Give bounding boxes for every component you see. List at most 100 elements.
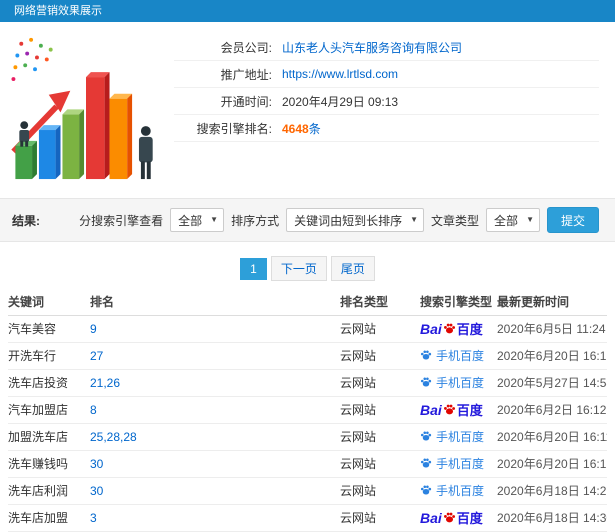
table-row: 洗车店加盟 3 云网站 Bai 百度 2020年6月18日 14:30 (8, 504, 607, 532)
rank-cell[interactable]: 30 (90, 477, 340, 505)
table-row: 开洗车行 27 云网站 手机百度 2020年6月20日 16:16 (8, 342, 607, 370)
baidu-paw-icon (443, 404, 455, 415)
chevron-down-icon: ▼ (526, 215, 534, 224)
engine-cell: Bai 百度 (420, 504, 497, 532)
info-fields: 会员公司: 山东老人头汽车服务咨询有限公司 推广地址: https://www.… (174, 34, 599, 184)
baidu-logo: Bai 百度 (420, 320, 483, 338)
table-row: 汽车美容 9 云网站 Bai 百度 2020年6月5日 11:24 (8, 315, 607, 343)
table-row: 加盟洗车店 25,28,28 云网站 手机百度 2020年6月20日 16:11 (8, 423, 607, 451)
chevron-down-icon: ▼ (210, 215, 219, 224)
filter-bar: 结果: 分搜索引擎查看 全部 ▼ 排序方式 关键词由短到长排序 ▼ 文章类型 全… (0, 198, 615, 242)
rank-type-cell: 云网站 (340, 369, 420, 397)
rank-cell[interactable]: 25,28,28 (90, 423, 340, 451)
time-cell: 2020年6月18日 14:30 (497, 504, 607, 532)
table-row: 洗车店投资 21,26 云网站 手机百度 2020年5月27日 14:58 (8, 369, 607, 397)
info-panel: 会员公司: 山东老人头汽车服务咨询有限公司 推广地址: https://www.… (0, 22, 615, 188)
engine-cell: 手机百度 (420, 477, 497, 505)
baidu-logo: Bai 百度 (420, 509, 483, 527)
rank-cell[interactable]: 3 (90, 504, 340, 532)
company-label: 会员公司: (220, 40, 272, 55)
keyword-cell: 加盟洗车店 (8, 423, 90, 451)
rank-type-cell: 云网站 (340, 342, 420, 370)
col-rank-type: 排名类型 (340, 289, 420, 316)
rank-type-cell: 云网站 (340, 315, 420, 343)
col-update-time: 最新更新时间 (497, 289, 607, 316)
rank-count-unit: 条 (308, 121, 321, 136)
title-bar: 网络营销效果展示 (0, 0, 615, 22)
keyword-cell: 洗车赚钱吗 (8, 450, 90, 478)
time-cell: 2020年6月20日 16:11 (497, 423, 607, 451)
rank-count-number: 4648 (282, 121, 309, 136)
sort-label: 排序方式 (231, 213, 280, 228)
col-engine-type: 搜索引擎类型 (420, 289, 497, 316)
rank-cell[interactable]: 27 (90, 342, 340, 370)
table-row: 洗车赚钱吗 30 云网站 手机百度 2020年6月20日 16:12 (8, 450, 607, 478)
baidu-paw-icon (420, 458, 432, 468)
time-cell: 2020年6月5日 11:24 (497, 315, 607, 343)
article-type-select[interactable]: 全部 ▼ (486, 208, 540, 232)
rank-count-label: 搜索引擎排名: (196, 121, 272, 136)
page-last[interactable]: 尾页 (330, 256, 375, 281)
rank-type-cell: 云网站 (340, 477, 420, 505)
engine-cell: 手机百度 (420, 342, 497, 370)
rank-cell[interactable]: 30 (90, 450, 340, 478)
keyword-cell: 汽车美容 (8, 315, 90, 343)
bar-chart-illustration (6, 30, 168, 184)
keyword-cell: 洗车店投资 (8, 369, 90, 397)
open-time-value: 2020年4月29日 09:13 (282, 94, 399, 109)
engine-cell: 手机百度 (420, 450, 497, 478)
results-table: 关键词 排名 排名类型 搜索引擎类型 最新更新时间 汽车美容 9 云网站 Bai… (8, 289, 607, 532)
info-row-url: 推广地址: https://www.lrtlsd.com (174, 61, 599, 88)
engine-cell: 手机百度 (420, 369, 497, 397)
table-row: 洗车店利润 30 云网站 手机百度 2020年6月18日 14:27 (8, 477, 607, 505)
baidu-paw-icon (420, 377, 432, 387)
page-current[interactable]: 1 (240, 257, 267, 280)
baidu-paw-icon (443, 512, 455, 523)
engine-filter-label: 分搜索引擎查看 (79, 213, 164, 228)
open-time-label: 开通时间: (220, 94, 272, 109)
keyword-cell: 汽车加盟店 (8, 396, 90, 424)
page-title: 网络营销效果展示 (14, 5, 102, 17)
table-header-row: 关键词 排名 排名类型 搜索引擎类型 最新更新时间 (8, 289, 607, 316)
filter-group: 分搜索引擎查看 全部 ▼ 排序方式 关键词由短到长排序 ▼ 文章类型 全部 ▼ … (79, 207, 599, 233)
engine-cell: Bai 百度 (420, 396, 497, 424)
pagination: 1 下一页 尾页 (0, 256, 615, 281)
engine-cell: 手机百度 (420, 423, 497, 451)
table-row: 汽车加盟店 8 云网站 Bai 百度 2020年6月2日 16:12 (8, 396, 607, 424)
bar-chart-image (11, 37, 153, 180)
time-cell: 2020年6月18日 14:27 (497, 477, 607, 505)
baidu-paw-icon (420, 485, 432, 495)
chevron-down-icon: ▼ (410, 215, 419, 224)
article-type-label: 文章类型 (431, 213, 480, 228)
mobile-baidu-logo: 手机百度 (420, 482, 484, 499)
col-rank: 排名 (90, 289, 340, 316)
rank-count-value: 4648条 (282, 120, 321, 137)
submit-button[interactable]: 提交 (546, 207, 599, 233)
info-row-company: 会员公司: 山东老人头汽车服务咨询有限公司 (174, 34, 599, 61)
promo-url-label: 推广地址: (220, 67, 272, 82)
keyword-cell: 洗车店加盟 (8, 504, 90, 532)
engine-cell: Bai 百度 (420, 315, 497, 343)
engine-filter-select[interactable]: 全部 ▼ (170, 208, 225, 232)
promo-url-link[interactable]: https://www.lrtlsd.com (282, 67, 398, 81)
rank-cell[interactable]: 21,26 (90, 369, 340, 397)
time-cell: 2020年6月2日 16:12 (497, 396, 607, 424)
col-keyword: 关键词 (8, 289, 90, 316)
keyword-cell: 开洗车行 (8, 342, 90, 370)
info-row-rank-count: 搜索引擎排名: 4648条 (174, 115, 599, 142)
member-company-link[interactable]: 山东老人头汽车服务咨询有限公司 (282, 39, 462, 56)
rank-type-cell: 云网站 (340, 450, 420, 478)
article-type-value: 全部 (494, 213, 519, 228)
time-cell: 2020年6月20日 16:16 (497, 342, 607, 370)
rank-cell[interactable]: 8 (90, 396, 340, 424)
rank-type-cell: 云网站 (340, 504, 420, 532)
rank-cell[interactable]: 9 (90, 315, 340, 343)
baidu-paw-icon (443, 323, 455, 334)
mobile-baidu-logo: 手机百度 (420, 455, 484, 472)
page-next[interactable]: 下一页 (270, 256, 327, 281)
result-section-label: 结果: (12, 213, 40, 228)
time-cell: 2020年6月20日 16:12 (497, 450, 607, 478)
time-cell: 2020年5月27日 14:58 (497, 369, 607, 397)
sort-value: 关键词由短到长排序 (294, 213, 403, 228)
sort-select[interactable]: 关键词由短到长排序 ▼ (286, 208, 425, 232)
